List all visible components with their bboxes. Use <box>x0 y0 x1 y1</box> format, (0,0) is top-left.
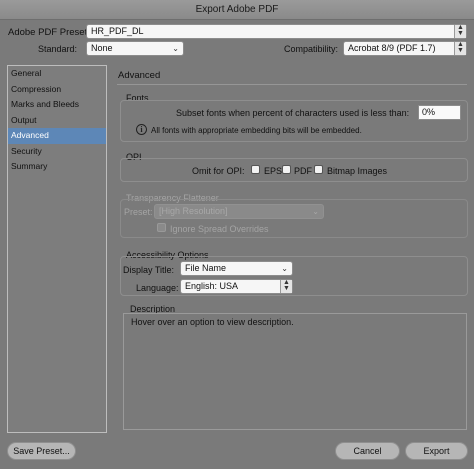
compat-value: Acrobat 8/9 (PDF 1.7) <box>348 43 436 53</box>
stepper-arrows-icon: ▲ ▼ <box>454 24 466 38</box>
info-icon: i <box>136 124 147 135</box>
chevron-down-icon: ⌄ <box>172 44 179 53</box>
save-preset-button[interactable]: Save Preset... <box>7 442 76 460</box>
sidebar-item-advanced[interactable]: Advanced <box>8 128 106 144</box>
category-list: General Compression Marks and Bleeds Out… <box>7 65 107 433</box>
display-title-dropdown[interactable]: File Name ⌄ <box>180 261 293 276</box>
fonts-group <box>120 100 468 142</box>
window-title: Export Adobe PDF <box>0 0 474 20</box>
omit-opi-label: Omit for OPI: <box>192 166 245 176</box>
eps-checkbox[interactable] <box>251 165 260 174</box>
flattener-preset-label: Preset: <box>124 207 153 217</box>
compatibility-dropdown[interactable]: Acrobat 8/9 (PDF 1.7) ▲ ▼ <box>343 41 467 56</box>
language-label: Language: <box>136 283 179 293</box>
preset-value: HR_PDF_DL <box>91 26 144 36</box>
sidebar-item-output[interactable]: Output <box>8 113 106 129</box>
stepper-arrows-icon: ▲ ▼ <box>454 41 466 55</box>
section-divider <box>117 84 467 85</box>
preset-label: Adobe PDF Preset: <box>8 27 90 38</box>
sidebar-item-compression[interactable]: Compression <box>8 82 106 98</box>
ignore-spread-overrides-checkbox[interactable] <box>157 223 166 232</box>
export-button[interactable]: Export <box>405 442 468 460</box>
chevron-down-icon: ⌄ <box>312 207 319 216</box>
language-value: English: USA <box>185 281 239 291</box>
eps-label: EPS <box>264 166 283 176</box>
language-dropdown[interactable]: English: USA ▲ ▼ <box>180 279 293 294</box>
flattener-preset-dropdown[interactable]: [High Resolution] ⌄ <box>154 204 324 219</box>
standard-value: None <box>91 43 113 53</box>
sidebar-item-security[interactable]: Security <box>8 144 106 160</box>
standard-label: Standard: <box>38 44 78 54</box>
pdf-label: PDF <box>294 166 312 176</box>
chevron-down-icon: ⌄ <box>281 264 288 273</box>
compat-label: Compatibility: <box>284 44 339 54</box>
section-title: Advanced <box>118 70 161 81</box>
flattener-preset-value: [High Resolution] <box>159 206 228 216</box>
sidebar-item-general[interactable]: General <box>8 66 106 82</box>
stepper-arrows-icon: ▲ ▼ <box>280 279 292 293</box>
subset-fonts-label: Subset fonts when percent of characters … <box>176 108 410 118</box>
bitmap-images-label: Bitmap Images <box>327 166 388 176</box>
bitmap-images-checkbox[interactable] <box>314 165 323 174</box>
ignore-spread-overrides-label: Ignore Spread Overrides <box>170 224 269 234</box>
sidebar-item-summary[interactable]: Summary <box>8 159 106 175</box>
display-title-label: Display Title: <box>123 265 175 275</box>
preset-dropdown[interactable]: HR_PDF_DL ▲ ▼ <box>86 24 467 39</box>
display-title-value: File Name <box>185 263 227 273</box>
pdf-checkbox[interactable] <box>282 165 291 174</box>
sidebar-item-marks-and-bleeds[interactable]: Marks and Bleeds <box>8 97 106 113</box>
description-text: Hover over an option to view description… <box>131 317 294 327</box>
cancel-button[interactable]: Cancel <box>335 442 400 460</box>
fonts-info-text: All fonts with appropriate embedding bit… <box>151 126 362 135</box>
description-box <box>123 313 467 430</box>
subset-percent-input[interactable]: 0% <box>418 105 461 120</box>
standard-dropdown[interactable]: None ⌄ <box>86 41 184 56</box>
